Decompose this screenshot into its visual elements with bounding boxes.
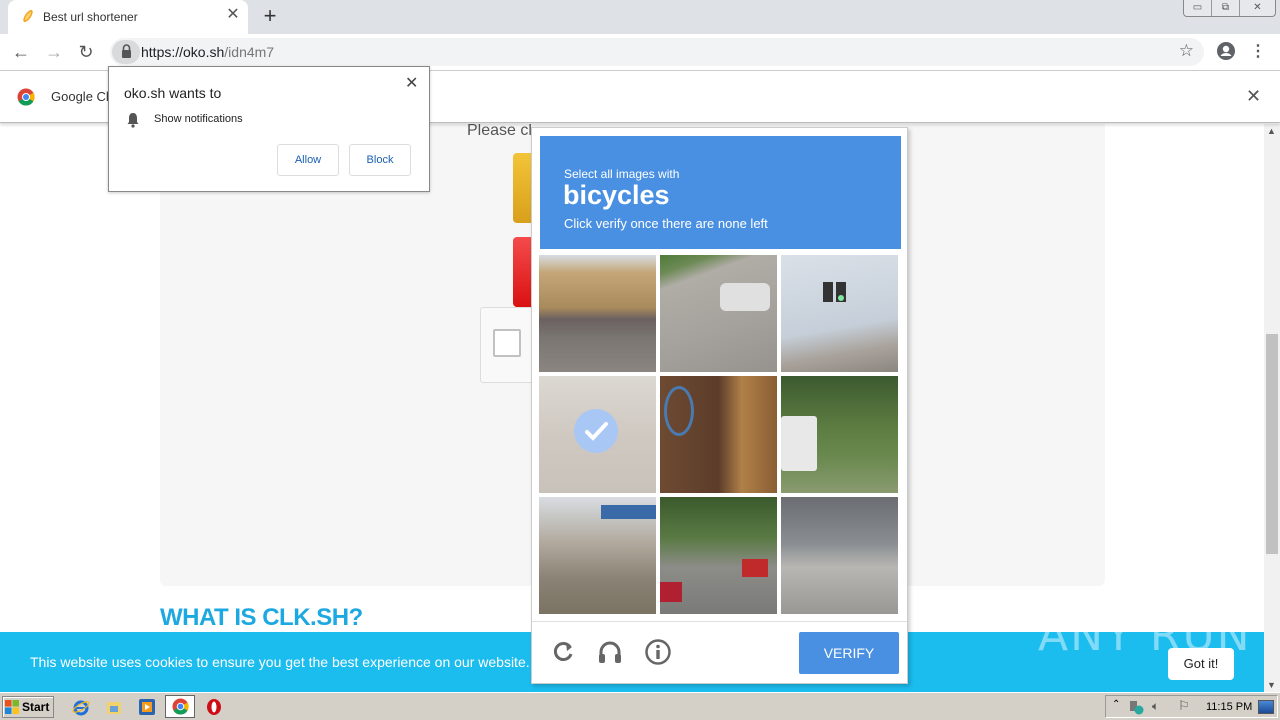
show-desktop-button[interactable] [1258, 700, 1274, 714]
volume-icon[interactable]: 🔈︎ [1152, 699, 1159, 714]
captcha-grid [539, 255, 901, 617]
reload-button[interactable]: ↻ [74, 40, 98, 64]
info-icon[interactable] [644, 638, 672, 666]
show-hidden-icons-icon[interactable]: ⌃ [1112, 699, 1120, 710]
allow-button[interactable]: Allow [277, 144, 339, 176]
network-icon[interactable] [1128, 699, 1144, 715]
restore-button[interactable]: ⧉ [1212, 0, 1240, 16]
captcha-challenge: Select all images with bicycles Click ve… [531, 127, 908, 684]
windows-logo-icon [5, 700, 19, 714]
tab-title: Best url shortener [43, 10, 138, 24]
captcha-tile[interactable] [781, 497, 898, 614]
start-button[interactable]: Start [2, 696, 54, 718]
browser-tab[interactable]: Best url shortener ✕ [8, 0, 248, 34]
block-button[interactable]: Block [349, 144, 411, 176]
tab-close-icon[interactable]: ✕ [224, 6, 242, 24]
captcha-footer: VERIFY [532, 621, 907, 683]
tab-strip: Best url shortener ✕ + ▭ ⧉ ✕ [0, 0, 1280, 34]
popup-close-icon[interactable]: ✕ [405, 73, 418, 93]
clock[interactable]: 11:15 PM [1206, 701, 1252, 713]
system-tray: ⌃ 🔈︎ ⚐ 11:15 PM [1105, 695, 1278, 718]
vertical-scrollbar[interactable]: ▲ ▼ [1264, 124, 1280, 692]
verify-button[interactable]: VERIFY [799, 632, 899, 674]
favicon-icon [23, 10, 33, 22]
recaptcha-checkbox[interactable] [493, 329, 521, 357]
taskbar-chrome-button[interactable] [165, 695, 195, 718]
menu-icon[interactable]: ⋮ [1250, 41, 1266, 63]
permission-text: Show notifications [154, 113, 243, 125]
scroll-down-arrow-icon[interactable]: ▼ [1267, 680, 1276, 690]
opera-icon[interactable] [205, 698, 223, 716]
captcha-tile[interactable] [660, 255, 777, 372]
new-tab-button[interactable]: + [258, 5, 282, 29]
chrome-logo-icon [17, 88, 35, 106]
captcha-tile[interactable] [660, 497, 777, 614]
scroll-up-arrow-icon[interactable]: ▲ [1267, 126, 1276, 136]
media-player-icon[interactable] [138, 698, 156, 716]
captcha-instruction: Click verify once there are none left [564, 216, 768, 231]
captcha-tile[interactable] [781, 255, 898, 372]
notification-permission-popup: oko.sh wants to ✕ Show notifications All… [108, 66, 430, 192]
close-window-button[interactable]: ✕ [1240, 0, 1275, 16]
url-host: https://oko.sh [141, 44, 225, 60]
file-explorer-icon[interactable] [105, 698, 123, 716]
infobar-text: Google Ch [51, 89, 114, 104]
internet-explorer-icon[interactable] [72, 698, 90, 716]
window-controls: ▭ ⧉ ✕ [1183, 0, 1276, 17]
popup-title: oko.sh wants to [124, 85, 222, 101]
chrome-taskbar-icon [172, 698, 189, 715]
taskbar: Start ⌃ 🔈︎ ⚐ 11:15 PM [0, 692, 1280, 720]
captcha-tile[interactable] [539, 255, 656, 372]
instruction-text: Please cl [467, 124, 532, 139]
url-path: /idn4m7 [224, 44, 275, 60]
lock-icon[interactable] [112, 40, 140, 64]
start-label: Start [22, 700, 50, 714]
bell-icon [127, 113, 139, 128]
bookmark-star-icon[interactable]: ☆ [1179, 41, 1194, 61]
minimize-button[interactable]: ▭ [1184, 0, 1212, 16]
infobar-close-icon[interactable]: ✕ [1246, 86, 1261, 107]
captcha-target: bicycles [563, 180, 670, 210]
captcha-tile[interactable] [660, 376, 777, 493]
action-center-flag-icon[interactable]: ⚐ [1178, 698, 1190, 714]
section-heading: WHAT IS CLK.SH? [160, 604, 363, 631]
back-button[interactable]: ← [9, 40, 33, 64]
reload-challenge-icon[interactable] [549, 638, 577, 666]
selected-check-icon [574, 409, 618, 453]
forward-button[interactable]: → [42, 40, 66, 64]
audio-challenge-icon[interactable] [596, 638, 624, 666]
cookie-text: This website uses cookies to ensure you … [30, 654, 550, 670]
captcha-tile[interactable] [781, 376, 898, 493]
captcha-prompt: Select all images with [564, 167, 680, 181]
captcha-tile[interactable] [539, 497, 656, 614]
scrollbar-thumb[interactable] [1266, 334, 1278, 554]
url-text: https://oko.sh/idn4m7 [141, 44, 274, 60]
cookie-accept-button[interactable]: Got it! [1168, 648, 1234, 680]
captcha-header: Select all images with bicycles Click ve… [540, 136, 901, 249]
captcha-tile[interactable] [539, 376, 656, 493]
address-bar[interactable]: https://oko.sh/idn4m7 ☆ [110, 38, 1204, 66]
profile-icon[interactable] [1216, 41, 1236, 61]
